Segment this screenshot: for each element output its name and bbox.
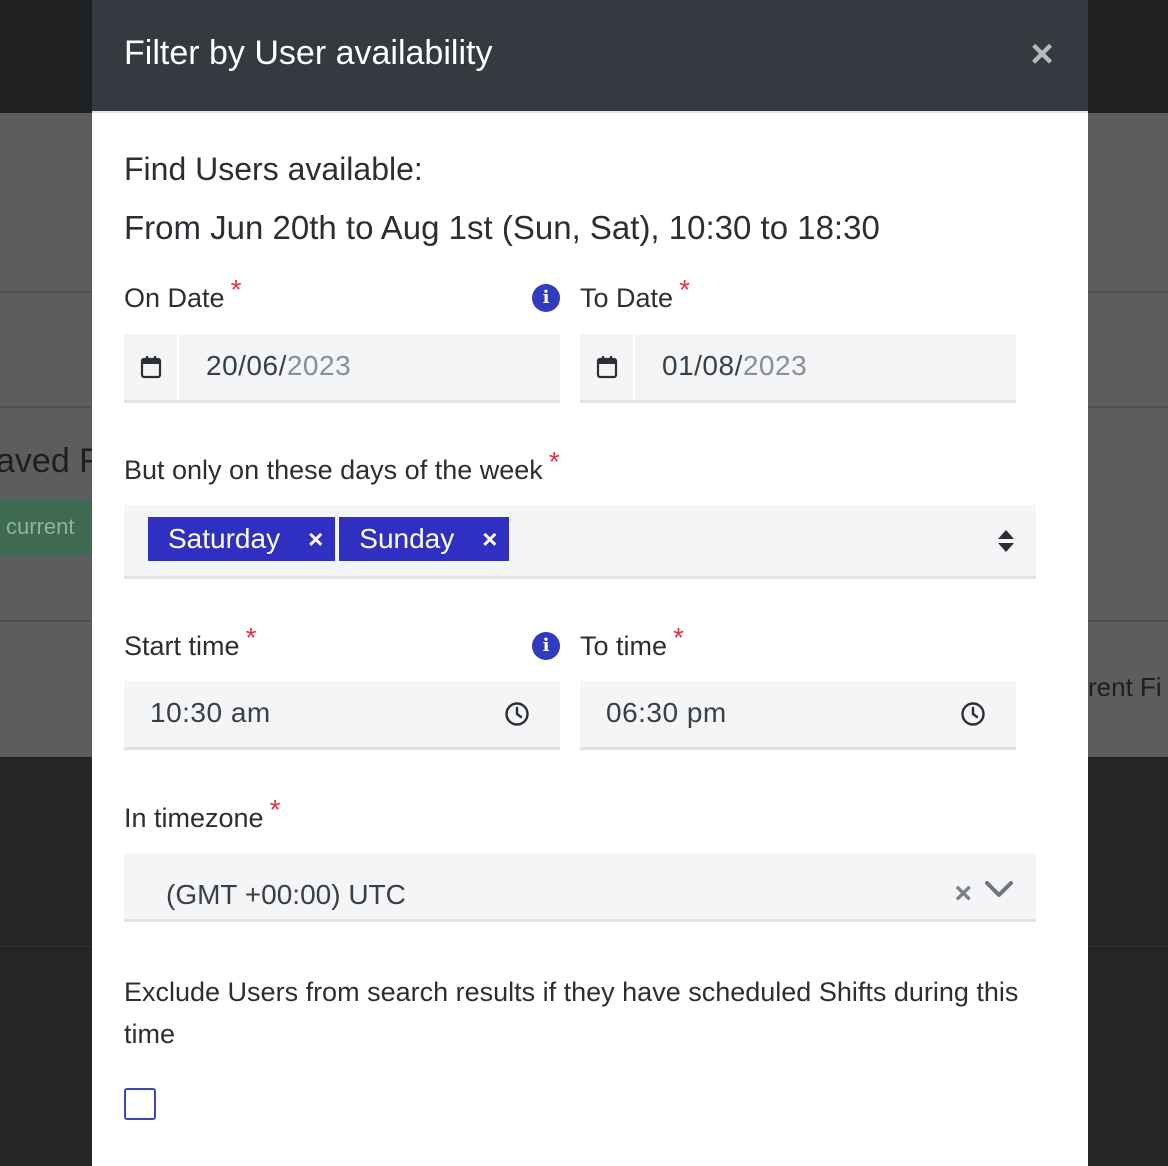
on-date-label-text: On Date	[124, 283, 225, 313]
clock-icon[interactable]	[960, 701, 986, 732]
background-current-badge: current	[0, 500, 100, 555]
required-marker: *	[269, 794, 281, 825]
to-date-value: 01/08/2023	[662, 350, 807, 382]
info-icon[interactable]: i	[532, 632, 560, 660]
day-tag-saturday: Saturday ×	[148, 517, 336, 561]
days-label: But only on these days of the week *	[124, 446, 560, 486]
calendar-icon[interactable]	[580, 334, 635, 400]
required-marker: *	[673, 622, 684, 653]
start-time-value: 10:30 am	[150, 697, 271, 728]
calendar-icon[interactable]	[124, 334, 179, 400]
remove-tag-button[interactable]: ×	[482, 524, 497, 555]
to-time-label: To time *	[580, 622, 684, 662]
filter-modal: Filter by User availability × Find Users…	[92, 0, 1088, 1166]
exclude-shifts-label: Exclude Users from search results if the…	[124, 977, 1019, 1049]
on-date-day-month: 20/06/	[206, 350, 287, 381]
timezone-label: In timezone *	[124, 794, 280, 834]
days-multiselect[interactable]: Saturday × Sunday ×	[124, 505, 1036, 579]
summary-text: From Jun 20th to Aug 1st (Sun, Sat), 10:…	[124, 209, 880, 246]
timezone-label-text: In timezone	[124, 803, 264, 833]
info-icon[interactable]: i	[532, 284, 560, 312]
on-date-label: On Date *	[124, 274, 241, 314]
modal-header: Filter by User availability ×	[92, 0, 1088, 113]
start-time-input[interactable]: 10:30 am	[124, 681, 560, 750]
chevron-down-icon[interactable]	[984, 879, 1014, 904]
exclude-shifts-checkbox[interactable]	[124, 1088, 156, 1120]
on-date-year: 2023	[286, 350, 352, 381]
day-tag-sunday: Sunday ×	[339, 517, 510, 561]
days-label-text: But only on these days of the week	[124, 455, 543, 485]
required-marker: *	[245, 622, 257, 653]
start-time-label: Start time *	[124, 622, 256, 662]
required-marker: *	[679, 274, 690, 305]
day-tag-label: Saturday	[168, 523, 281, 554]
to-time-input[interactable]: 06:30 pm	[580, 681, 1016, 750]
to-date-day-month: 01/08/	[662, 350, 743, 381]
modal-title: Filter by User availability	[124, 34, 493, 72]
to-time-value: 06:30 pm	[606, 697, 727, 728]
to-date-input[interactable]: 01/08/2023	[580, 334, 1016, 403]
on-date-input[interactable]: 20/06/2023	[124, 334, 560, 403]
timezone-value: (GMT +00:00) UTC	[166, 879, 406, 910]
background-current-text: rent Fi	[1088, 672, 1162, 702]
summary-heading: Find Users available:	[124, 151, 423, 187]
on-date-value: 20/06/2023	[206, 350, 351, 382]
selected-days: Saturday × Sunday ×	[148, 517, 510, 561]
background-saved-heading: aved F	[0, 442, 100, 480]
close-button[interactable]: ×	[1024, 34, 1060, 74]
timezone-select[interactable]: (GMT +00:00) UTC ×	[124, 853, 1036, 922]
required-marker: *	[548, 446, 560, 477]
clock-icon[interactable]	[504, 701, 530, 732]
sort-arrows-icon[interactable]	[996, 527, 1016, 555]
day-tag-label: Sunday	[359, 523, 455, 554]
remove-tag-button[interactable]: ×	[308, 524, 323, 555]
clear-timezone-button[interactable]: ×	[954, 877, 972, 911]
to-time-label-text: To time	[580, 631, 668, 661]
to-date-year: 2023	[742, 350, 808, 381]
to-date-label-text: To Date	[580, 283, 674, 313]
to-date-label: To Date *	[580, 274, 690, 314]
required-marker: *	[230, 274, 242, 305]
start-time-label-text: Start time	[124, 631, 240, 661]
